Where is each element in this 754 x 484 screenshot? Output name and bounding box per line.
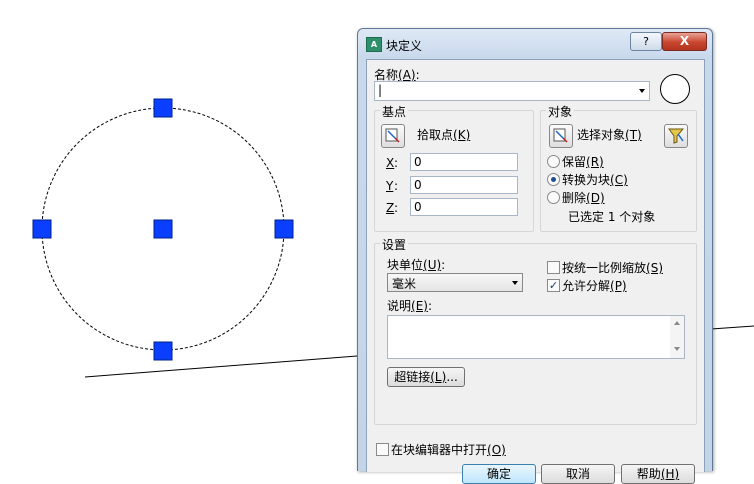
block-unit-label: 块单位(U): bbox=[387, 258, 446, 272]
open-in-block-editor-checkbox[interactable] bbox=[376, 443, 389, 456]
retain-label[interactable]: 保留(R) bbox=[562, 153, 604, 170]
dialog-client-area: 名称(A): | 基点 拾取点(K) X: 0 Y: 0 Z: 0 对象 选择对… bbox=[366, 59, 705, 484]
delete-label[interactable]: 删除(D) bbox=[562, 189, 605, 206]
name-input-text: | bbox=[378, 83, 383, 97]
block-preview-circle bbox=[660, 74, 690, 104]
description-scrollbar[interactable] bbox=[670, 316, 684, 358]
grip-left[interactable] bbox=[32, 219, 52, 239]
scroll-down-icon[interactable] bbox=[674, 347, 680, 351]
line-segment[interactable] bbox=[84, 355, 358, 378]
autocad-app-icon: A bbox=[366, 37, 382, 52]
delete-radio[interactable] bbox=[547, 191, 560, 204]
chevron-down-icon[interactable] bbox=[512, 280, 518, 285]
name-combobox[interactable]: | bbox=[374, 81, 650, 101]
allow-exploding-checkbox[interactable]: ✓ bbox=[547, 279, 560, 292]
description-label: 说明(E): bbox=[387, 299, 433, 313]
objects-title: 对象 bbox=[546, 103, 575, 120]
x-coordinate-input[interactable]: 0 bbox=[410, 153, 518, 171]
dialog-title: 块定义 bbox=[386, 39, 423, 53]
z-coordinate-input[interactable]: 0 bbox=[410, 198, 518, 216]
help-button[interactable]: 帮助(H) bbox=[621, 464, 695, 484]
close-button[interactable]: X bbox=[662, 32, 707, 51]
select-objects-label: 选择对象(T) bbox=[577, 128, 642, 142]
grip-top[interactable] bbox=[153, 98, 173, 118]
y-label: Y bbox=[386, 179, 394, 193]
settings-title: 设置 bbox=[380, 236, 409, 253]
convert-to-block-radio[interactable] bbox=[547, 173, 560, 186]
open-in-block-editor-label[interactable]: 在块编辑器中打开(O) bbox=[391, 441, 506, 458]
title-help-button[interactable]: ? bbox=[630, 32, 662, 51]
line-segment-right[interactable] bbox=[710, 325, 754, 330]
pick-point-label: 拾取点(K) bbox=[417, 128, 471, 142]
pick-point-icon bbox=[385, 128, 400, 143]
title-bar[interactable]: A 块定义 ? X bbox=[358, 29, 712, 57]
select-objects-icon bbox=[553, 128, 568, 143]
y-coordinate-input[interactable]: 0 bbox=[410, 176, 518, 194]
description-textarea[interactable] bbox=[387, 315, 685, 359]
grip-right[interactable] bbox=[274, 219, 294, 239]
allow-exploding-label[interactable]: 允许分解(P) bbox=[562, 277, 627, 294]
select-objects-button[interactable] bbox=[549, 124, 573, 148]
scale-uniformly-label[interactable]: 按统一比例缩放(S) bbox=[562, 259, 663, 276]
z-label: Z bbox=[386, 201, 395, 215]
scroll-up-icon[interactable] bbox=[674, 321, 680, 325]
retain-radio[interactable] bbox=[547, 155, 560, 168]
scale-uniformly-checkbox[interactable] bbox=[547, 261, 560, 274]
block-unit-select[interactable]: 毫米 bbox=[387, 273, 523, 292]
convert-to-block-label[interactable]: 转换为块(C) bbox=[562, 171, 628, 188]
chevron-down-icon[interactable] bbox=[639, 89, 645, 93]
x-label: X bbox=[386, 156, 395, 170]
quick-select-filter-icon bbox=[668, 128, 685, 144]
selection-status: 已选定 1 个对象 bbox=[568, 210, 656, 224]
quick-select-button[interactable] bbox=[664, 124, 688, 148]
grip-center[interactable] bbox=[153, 219, 173, 239]
grip-bottom[interactable] bbox=[153, 341, 173, 361]
base-point-title: 基点 bbox=[380, 103, 409, 120]
hyperlink-button[interactable]: 超链接(L)... bbox=[387, 367, 465, 387]
ok-button[interactable]: 确定 bbox=[462, 464, 536, 484]
pick-point-button[interactable] bbox=[381, 124, 405, 148]
cancel-button[interactable]: 取消 bbox=[541, 464, 615, 484]
block-definition-dialog: A 块定义 ? X 名称(A): | 基点 拾取点(K) X: 0 Y: 0 … bbox=[357, 28, 713, 484]
